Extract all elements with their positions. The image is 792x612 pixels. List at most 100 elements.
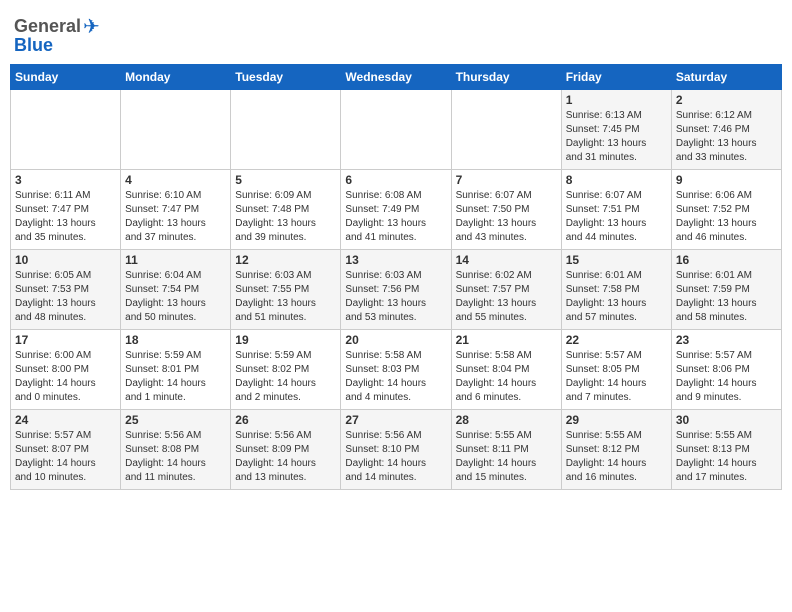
day-number: 2 — [676, 93, 777, 107]
day-info: Sunrise: 6:11 AM Sunset: 7:47 PM Dayligh… — [15, 189, 116, 245]
day-info: Sunrise: 6:08 AM Sunset: 7:49 PM Dayligh… — [345, 189, 446, 245]
table-row: 3 Sunrise: 6:11 AM Sunset: 7:47 PM Daylig… — [11, 170, 121, 250]
day-number: 11 — [125, 253, 226, 267]
day-header-wednesday: Wednesday — [341, 65, 451, 90]
day-info: Sunrise: 6:04 AM Sunset: 7:54 PM Dayligh… — [125, 269, 226, 325]
day-info: Sunrise: 6:09 AM Sunset: 7:48 PM Dayligh… — [235, 189, 336, 245]
day-number: 29 — [566, 413, 667, 427]
table-row: 27 Sunrise: 5:56 AM Sunset: 8:10 PM Dayli… — [341, 410, 451, 490]
table-row: 1 Sunrise: 6:13 AM Sunset: 7:45 PM Daylig… — [561, 90, 671, 170]
table-row: 22 Sunrise: 5:57 AM Sunset: 8:05 PM Dayli… — [561, 330, 671, 410]
table-row: 19 Sunrise: 5:59 AM Sunset: 8:02 PM Dayli… — [231, 330, 341, 410]
day-number: 27 — [345, 413, 446, 427]
table-row: 9 Sunrise: 6:06 AM Sunset: 7:52 PM Daylig… — [671, 170, 781, 250]
table-row: 15Sunrise: 6:01 AM Sunset: 7:58 PM Dayli… — [561, 250, 671, 330]
day-info: Sunrise: 5:57 AM Sunset: 8:06 PM Dayligh… — [676, 349, 777, 405]
day-number: 23 — [676, 333, 777, 347]
table-row — [451, 90, 561, 170]
table-row: 30 Sunrise: 5:55 AM Sunset: 8:13 PM Dayli… — [671, 410, 781, 490]
table-row: 12 Sunrise: 6:03 AM Sunset: 7:55 PM Dayli… — [231, 250, 341, 330]
day-info: Sunrise: 6:12 AM Sunset: 7:46 PM Dayligh… — [676, 109, 777, 165]
day-number: 6 — [345, 173, 446, 187]
day-number: 30 — [676, 413, 777, 427]
table-row — [341, 90, 451, 170]
day-info: Sunrise: 5:58 AM Sunset: 8:04 PM Dayligh… — [456, 349, 557, 405]
table-row: 28 Sunrise: 5:55 AM Sunset: 8:11 PM Dayli… — [451, 410, 561, 490]
table-row: 13 Sunrise: 6:03 AM Sunset: 7:56 PM Dayli… — [341, 250, 451, 330]
table-row: 16 Sunrise: 6:01 AM Sunset: 7:59 PM Dayli… — [671, 250, 781, 330]
day-number: 1 — [566, 93, 667, 107]
day-info: Sunrise: 5:59 AM Sunset: 8:02 PM Dayligh… — [235, 349, 336, 405]
day-number: 21 — [456, 333, 557, 347]
table-row: 11 Sunrise: 6:04 AM Sunset: 7:54 PM Dayli… — [121, 250, 231, 330]
day-info: Sunrise: 6:03 AM Sunset: 7:56 PM Dayligh… — [345, 269, 446, 325]
table-row: 24 Sunrise: 5:57 AM Sunset: 8:07 PM Dayli… — [11, 410, 121, 490]
day-number: 24 — [15, 413, 116, 427]
day-info: Sunrise: 5:59 AM Sunset: 8:01 PM Dayligh… — [125, 349, 226, 405]
day-info: Sunrise: 6:10 AM Sunset: 7:47 PM Dayligh… — [125, 189, 226, 245]
table-row: 21 Sunrise: 5:58 AM Sunset: 8:04 PM Dayli… — [451, 330, 561, 410]
day-info: Sunrise: 5:56 AM Sunset: 8:09 PM Dayligh… — [235, 429, 336, 485]
day-info: Sunrise: 5:58 AM Sunset: 8:03 PM Dayligh… — [345, 349, 446, 405]
day-number: 25 — [125, 413, 226, 427]
table-row: 25 Sunrise: 5:56 AM Sunset: 8:08 PM Dayli… — [121, 410, 231, 490]
table-row: 6 Sunrise: 6:08 AM Sunset: 7:49 PM Daylig… — [341, 170, 451, 250]
calendar-table: SundayMondayTuesdayWednesdayThursdayFrid… — [10, 64, 782, 490]
table-row: 4Sunrise: 6:10 AM Sunset: 7:47 PM Daylig… — [121, 170, 231, 250]
day-info: Sunrise: 5:57 AM Sunset: 8:07 PM Dayligh… — [15, 429, 116, 485]
page-header: General ✈ Blue — [10, 10, 782, 56]
day-info: Sunrise: 5:55 AM Sunset: 8:11 PM Dayligh… — [456, 429, 557, 485]
table-row: 8Sunrise: 6:07 AM Sunset: 7:51 PM Daylig… — [561, 170, 671, 250]
table-row: 17 Sunrise: 6:00 AM Sunset: 8:00 PM Dayli… — [11, 330, 121, 410]
day-info: Sunrise: 5:55 AM Sunset: 8:13 PM Dayligh… — [676, 429, 777, 485]
table-row — [121, 90, 231, 170]
table-row: 18 Sunrise: 5:59 AM Sunset: 8:01 PM Dayli… — [121, 330, 231, 410]
table-row: 29 Sunrise: 5:55 AM Sunset: 8:12 PM Dayli… — [561, 410, 671, 490]
table-row: 2 Sunrise: 6:12 AM Sunset: 7:46 PM Daylig… — [671, 90, 781, 170]
day-info: Sunrise: 6:01 AM Sunset: 7:59 PM Dayligh… — [676, 269, 777, 325]
day-number: 18 — [125, 333, 226, 347]
day-number: 28 — [456, 413, 557, 427]
table-row: 7Sunrise: 6:07 AM Sunset: 7:50 PM Daylig… — [451, 170, 561, 250]
day-info: Sunrise: 6:06 AM Sunset: 7:52 PM Dayligh… — [676, 189, 777, 245]
day-number: 19 — [235, 333, 336, 347]
day-number: 10 — [15, 253, 116, 267]
table-row: 26 Sunrise: 5:56 AM Sunset: 8:09 PM Dayli… — [231, 410, 341, 490]
day-header-tuesday: Tuesday — [231, 65, 341, 90]
day-info: Sunrise: 6:07 AM Sunset: 7:51 PM Dayligh… — [566, 189, 667, 245]
table-row: 10 Sunrise: 6:05 AM Sunset: 7:53 PM Dayli… — [11, 250, 121, 330]
logo-bird-icon: ✈ — [83, 14, 100, 39]
table-row: 5 Sunrise: 6:09 AM Sunset: 7:48 PM Daylig… — [231, 170, 341, 250]
logo-blue: Blue — [14, 35, 53, 56]
day-number: 3 — [15, 173, 116, 187]
day-number: 15 — [566, 253, 667, 267]
day-header-sunday: Sunday — [11, 65, 121, 90]
day-header-saturday: Saturday — [671, 65, 781, 90]
day-number: 13 — [345, 253, 446, 267]
day-info: Sunrise: 5:56 AM Sunset: 8:08 PM Dayligh… — [125, 429, 226, 485]
table-row — [11, 90, 121, 170]
day-info: Sunrise: 6:00 AM Sunset: 8:00 PM Dayligh… — [15, 349, 116, 405]
day-number: 20 — [345, 333, 446, 347]
day-number: 9 — [676, 173, 777, 187]
logo: General ✈ Blue — [14, 14, 100, 56]
day-info: Sunrise: 6:05 AM Sunset: 7:53 PM Dayligh… — [15, 269, 116, 325]
day-number: 22 — [566, 333, 667, 347]
table-row: 14Sunrise: 6:02 AM Sunset: 7:57 PM Dayli… — [451, 250, 561, 330]
day-number: 16 — [676, 253, 777, 267]
day-info: Sunrise: 5:55 AM Sunset: 8:12 PM Dayligh… — [566, 429, 667, 485]
day-header-monday: Monday — [121, 65, 231, 90]
day-header-friday: Friday — [561, 65, 671, 90]
day-number: 5 — [235, 173, 336, 187]
day-info: Sunrise: 6:03 AM Sunset: 7:55 PM Dayligh… — [235, 269, 336, 325]
day-number: 14 — [456, 253, 557, 267]
table-row: 20 Sunrise: 5:58 AM Sunset: 8:03 PM Dayli… — [341, 330, 451, 410]
table-row: 23 Sunrise: 5:57 AM Sunset: 8:06 PM Dayli… — [671, 330, 781, 410]
day-info: Sunrise: 5:57 AM Sunset: 8:05 PM Dayligh… — [566, 349, 667, 405]
day-info: Sunrise: 6:13 AM Sunset: 7:45 PM Dayligh… — [566, 109, 667, 165]
day-number: 26 — [235, 413, 336, 427]
day-number: 12 — [235, 253, 336, 267]
day-number: 17 — [15, 333, 116, 347]
day-info: Sunrise: 5:56 AM Sunset: 8:10 PM Dayligh… — [345, 429, 446, 485]
logo-general: General — [14, 16, 81, 37]
